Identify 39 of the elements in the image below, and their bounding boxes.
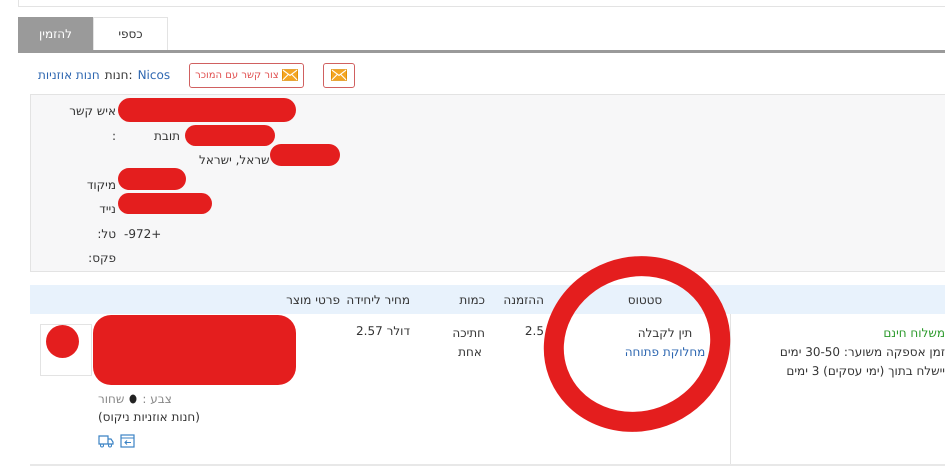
column-header: סטטוס [626, 292, 664, 306]
field-label: נייד [99, 202, 116, 216]
ships-within: יישלח בתוך (ימי עסקים) 3 ימים [785, 363, 945, 380]
envelope-icon [282, 69, 298, 81]
field-value: תובת [154, 128, 180, 143]
seller-link[interactable]: Nicos [138, 68, 170, 82]
redaction-mark [270, 144, 340, 166]
unit-price: דולר 2.57 [356, 324, 410, 338]
store-name: (חנות אוזניות ניקוס) [98, 410, 200, 424]
store-label: חנות: [104, 68, 133, 82]
column-header: ההזמנה [502, 292, 545, 306]
status-text: תין לקבלה [638, 326, 692, 340]
box-arrow-icon[interactable] [120, 434, 135, 448]
order-total: 2.5 [524, 324, 544, 338]
field-label: פקס: [88, 251, 116, 266]
field-label: מיקוד [86, 178, 116, 192]
message-button[interactable] [322, 62, 355, 88]
store-link[interactable]: חנות אוזניות [38, 68, 100, 82]
truck-icon[interactable] [98, 434, 114, 448]
column-header: פרטי מוצר [285, 292, 340, 306]
redaction-mark [46, 325, 79, 358]
open-dispute-link[interactable]: מחלוקת פתוחה [624, 345, 706, 359]
quantity: חתיכה אחת [455, 325, 485, 361]
field-value: +972- [124, 226, 162, 241]
color-swatch-icon [129, 394, 138, 404]
free-shipping: משלוח חינם [882, 325, 945, 342]
field-value: שראל, ישראל [199, 153, 270, 168]
redaction-mark [118, 168, 186, 190]
product-thumbnail [40, 324, 92, 376]
column-header: מחיר ליחידה [345, 292, 410, 306]
column-header: כמות [458, 292, 486, 306]
field-label: : [112, 128, 116, 143]
contact-seller-button[interactable]: צור קשר עם המוכר [189, 62, 304, 88]
field-label: טל: [97, 226, 116, 241]
envelope-icon [330, 69, 347, 81]
field-label: איש קשר [69, 104, 116, 118]
delivery-estimate: זמן אספקה משוער: 30-50 ימים [778, 344, 945, 361]
color-option: צבע : שחור [98, 392, 200, 406]
tab[interactable]: כספי [93, 17, 168, 50]
